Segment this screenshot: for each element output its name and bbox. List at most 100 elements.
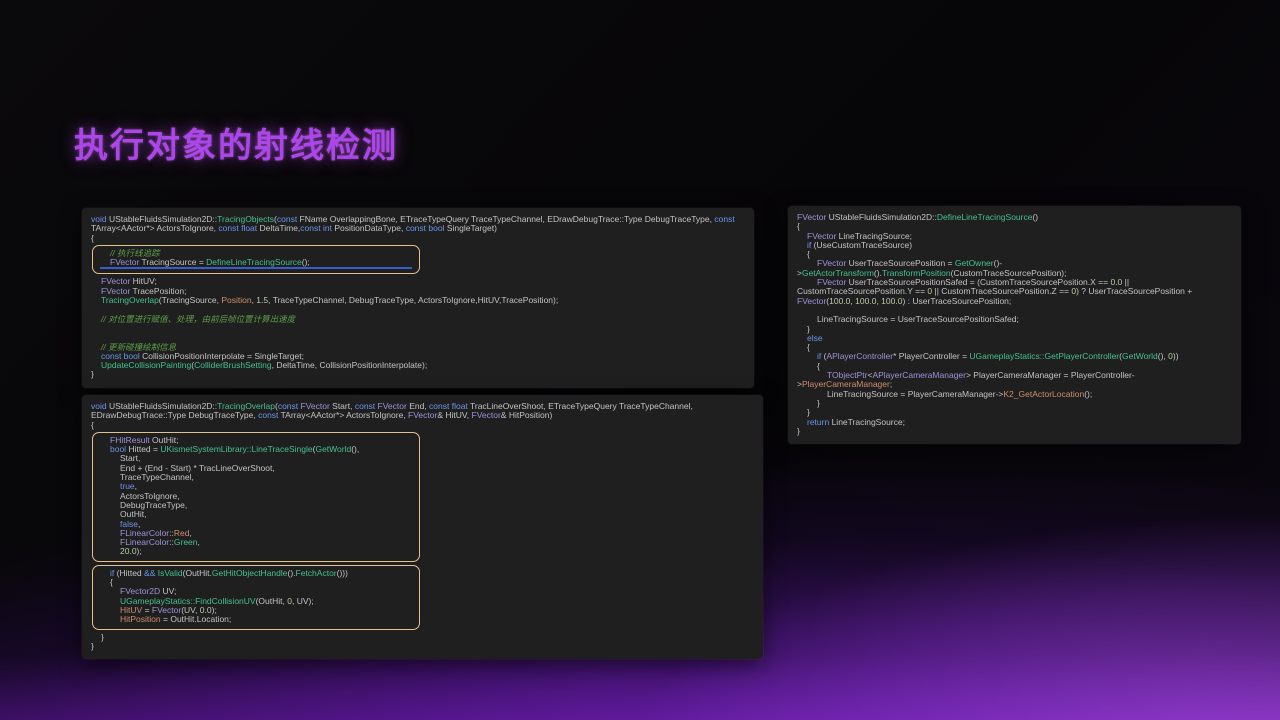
code-token: Start,: [120, 454, 140, 463]
code-token: const float: [429, 402, 470, 411]
code-token: 0.0: [200, 606, 212, 615]
code-line: // 执行线追踪: [100, 249, 412, 258]
code-token: }: [807, 408, 810, 417]
slide-title: 执行对象的射线检测: [74, 118, 398, 167]
code-token: ) ? UserTraceSourcePosition +: [1076, 287, 1192, 296]
code-token: GetWorld: [315, 445, 351, 454]
code-token: End,: [409, 402, 429, 411]
code-token: );: [137, 547, 142, 556]
code-token: UStableFluidsSimulation2D::: [109, 402, 217, 411]
code-token: ,: [198, 538, 200, 547]
code-token: Start,: [332, 402, 355, 411]
code-line: FVector(100.0, 100.0, 100.0) : UserTrace…: [797, 297, 1231, 306]
code-token: UKismetSystemLibrary::LineTraceSingle: [160, 445, 312, 454]
code-line: true,: [100, 482, 412, 491]
code-line: // 更新碰撞绘制信息: [91, 343, 744, 352]
code-token: FVector: [301, 402, 333, 411]
code-line: ActorsToIgnore,: [100, 492, 412, 501]
code-token: FVector: [408, 411, 437, 420]
code-token: bool: [110, 445, 128, 454]
code-line: 20.0);: [100, 547, 412, 556]
code-token: UV;: [163, 587, 177, 596]
code-token: FVector2D: [120, 587, 163, 596]
code-token: }: [817, 399, 820, 408]
code-token: ().: [874, 269, 882, 278]
code-line: {: [100, 578, 412, 587]
code-token: FVector: [110, 258, 142, 267]
code-line: DebugTraceType,: [100, 501, 412, 510]
code-token: (): [1032, 213, 1038, 222]
code-line-group: void UStableFluidsSimulation2D::TracingO…: [91, 402, 753, 430]
highlight-box: FHitResult OutHit;bool Hitted = UKismetS…: [92, 432, 420, 562]
code-token: {: [817, 362, 820, 371]
highlight-box: // 执行线追踪FVector TracingSource = DefineLi…: [92, 245, 420, 275]
code-line: Start,: [100, 454, 412, 463]
code-token: ())): [337, 569, 348, 578]
code-token: (TracingSource,: [159, 296, 222, 305]
code-token: CollisionPositionInterpolate = SingleTar…: [142, 352, 304, 361]
code-token: ().: [288, 569, 296, 578]
code-line: // 对位置进行赋值、处理，由前后帧位置计算出速度: [91, 315, 744, 324]
code-token: FVector: [817, 278, 849, 287]
code-token: ()-: [994, 259, 1003, 268]
code-token: TArray<AActor*> ActorsToIgnore,: [281, 411, 408, 420]
code-token: UserTraceSourcePosition =: [849, 259, 955, 268]
code-token: , DeltaTime, CollisionPositionInterpolat…: [272, 361, 428, 370]
code-panel-define-line-tracing-source: FVector UStableFluidsSimulation2D::Defin…: [788, 206, 1241, 444]
code-line: TArray<AActor*> ActorsToIgnore, const fl…: [91, 224, 744, 233]
code-token: (UseCustomTraceSource): [814, 241, 912, 250]
code-token: UserTraceSourcePositionSafed = (CustomTr…: [849, 278, 1111, 287]
code-line: if (UseCustomTraceSource): [797, 241, 1231, 250]
code-token: return: [807, 418, 832, 427]
code-token: {: [807, 250, 810, 259]
code-line: TraceTypeChannel,: [100, 473, 412, 482]
code-token: void: [91, 402, 109, 411]
code-line: }: [91, 642, 753, 651]
code-line-group: }}: [91, 633, 753, 652]
code-token: & HitPosition): [501, 411, 553, 420]
code-token: FVector: [378, 402, 410, 411]
code-token: (Hitted: [117, 569, 144, 578]
code-token: ) : UserTraceSourcePosition;: [902, 297, 1011, 306]
code-token: UStableFluidsSimulation2D::: [829, 213, 937, 222]
code-token: ,: [189, 529, 191, 538]
code-token: IsValid: [158, 569, 183, 578]
code-token: {: [797, 222, 800, 231]
code-token: true: [120, 482, 135, 491]
code-line: }: [797, 427, 1231, 436]
code-token: const bool: [406, 224, 447, 233]
code-token: }: [797, 427, 800, 436]
code-token: || CustomTraceSourcePosition.Z ==: [932, 287, 1071, 296]
code-token: GetOwner: [955, 259, 994, 268]
code-line: }: [797, 325, 1231, 334]
code-token: TracLineOverShoot, ETraceTypeQuery Trace…: [470, 402, 693, 411]
code-line: FVector HitUV;: [91, 277, 744, 286]
code-token: , UV);: [292, 597, 314, 606]
code-token: TraceTypeChannel,: [120, 473, 194, 482]
code-token: LineTracingSource = UserTraceSourcePosit…: [817, 315, 1019, 324]
code-token: DebugTraceType,: [120, 501, 187, 510]
code-line: {: [91, 421, 753, 430]
code-token: FVector: [101, 287, 133, 296]
code-line: FVector UStableFluidsSimulation2D::Defin…: [797, 213, 1231, 222]
code-token: FVector: [472, 411, 501, 420]
code-token: FVector: [152, 606, 181, 615]
code-line: UpdateCollisionPainting(ColliderBrushSet…: [91, 361, 744, 370]
code-token: const: [355, 402, 378, 411]
code-line: [91, 305, 744, 314]
code-line: if (Hitted && IsValid(OutHit.GetHitObjec…: [100, 569, 412, 578]
code-line: TracingOverlap(TracingSource, Position, …: [91, 296, 744, 305]
code-token: APlayerController: [826, 352, 893, 361]
code-token: ColliderBrushSetting: [194, 361, 271, 370]
code-token: UStableFluidsSimulation2D::: [109, 215, 217, 224]
code-token: HitPosition: [120, 615, 161, 624]
code-line: FVector UserTraceSourcePositionSafed = (…: [797, 278, 1231, 287]
code-token: const: [277, 215, 300, 224]
code-token: Green: [174, 538, 198, 547]
code-token: (OutHit.: [183, 569, 212, 578]
code-token: DefineLineTracingSource: [937, 213, 1033, 222]
code-line: HitUV = FVector(UV, 0.0);: [100, 606, 412, 615]
code-token: if: [807, 241, 814, 250]
code-token: (UV,: [181, 606, 200, 615]
slide-background: 执行对象的射线检测 void UStableFluidsSimulation2D…: [0, 0, 1280, 720]
